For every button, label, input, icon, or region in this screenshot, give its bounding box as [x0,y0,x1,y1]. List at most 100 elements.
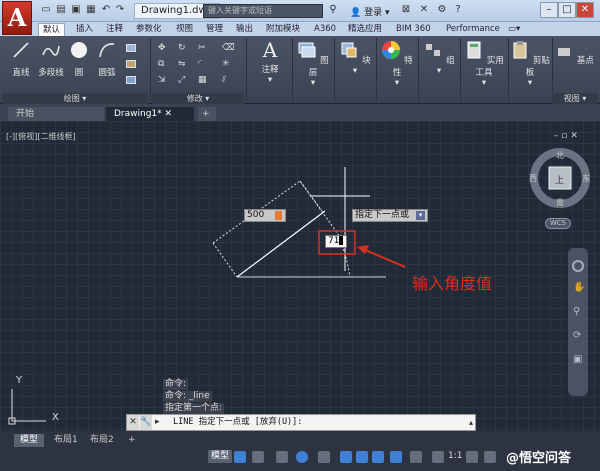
tab-insert[interactable]: 插入 [76,23,93,36]
tab-parametric[interactable]: 参数化 [136,23,162,36]
login-button[interactable]: 👤 登录 ▾ [350,5,390,18]
array-icon[interactable]: ▦ [198,76,208,85]
layout-tab-layout2[interactable]: 布局2 [84,434,120,447]
tab-start[interactable]: 开始 [8,107,104,121]
mirror-icon[interactable]: ⇋ [178,60,188,69]
maximize-button[interactable]: □ [558,2,576,18]
undo-icon[interactable]: ↶ [100,4,112,16]
close-button[interactable]: ✕ [576,2,594,18]
dynamic-input-icon[interactable] [276,451,288,463]
binoculars-icon[interactable]: ⚲ [327,4,339,16]
view-group-label[interactable]: 视图 ▾ [552,93,598,104]
polyline-button[interactable]: 多段线 [36,40,66,78]
workspace-scale[interactable]: 1:1 [448,451,462,461]
annotation-button[interactable]: A 注释 ▾ [252,40,288,85]
isometric-icon[interactable] [318,451,330,463]
length-input-box[interactable]: 500 [244,209,286,222]
base-point-button[interactable]: 基点 [554,40,594,66]
scale-icon[interactable]: ⤢ [178,76,188,85]
orbit-icon[interactable]: ⟳ [573,330,581,341]
save-icon[interactable]: ▣ [70,4,82,16]
tab-featured-apps[interactable]: 精选应用 [348,23,382,36]
command-input[interactable]: LINE 指定下一点或 [放弃(U)]: [173,415,459,430]
customize-icon[interactable]: 🔧 [140,415,152,430]
move-icon[interactable]: ✥ [158,44,168,53]
rectangle-icon[interactable] [126,44,136,52]
line-button[interactable]: 直线 [8,40,34,78]
annotation-visibility-icon[interactable] [410,451,422,463]
layout-tab-layout1[interactable]: 布局1 [48,434,84,447]
new-tab-button[interactable]: + [198,107,216,121]
stretch-icon[interactable]: ⇲ [158,76,168,85]
tab-output[interactable]: 输出 [236,23,253,36]
redo-icon[interactable]: ↷ [114,4,126,16]
circle-button[interactable]: 圆 [66,40,92,78]
close-command-icon[interactable]: ✕ [127,415,139,430]
tab-a360[interactable]: A360 [314,23,336,36]
object-snap-tracking-icon[interactable] [340,451,352,463]
share-icon[interactable]: ⚙ [436,4,448,16]
zoom-icon[interactable]: ⚲ [573,306,580,317]
lineweight-icon[interactable] [372,451,384,463]
draw-group-label[interactable]: 绘图 ▾ [2,93,148,104]
offset-icon[interactable]: ⫽ [222,76,232,85]
next-point-prompt[interactable]: 指定下一点或 ▾ [352,209,428,222]
new-file-icon[interactable]: ▭ [40,4,52,16]
app-logo[interactable]: A [2,1,32,35]
group-button[interactable]: 组 ▾ [422,40,456,76]
polar-tracking-icon[interactable] [296,451,308,463]
utilities-button[interactable]: 实用工具 ▾ [462,40,506,88]
search-input[interactable]: 键入关键字或短语 [203,4,323,18]
open-file-icon[interactable]: ▤ [55,4,67,16]
workspace-icon[interactable] [432,451,444,463]
fillet-icon[interactable]: ◜ [198,60,208,69]
viewcube-north[interactable]: 北 [556,150,564,161]
erase-icon[interactable]: ⌫ [222,44,235,53]
trim-icon[interactable]: ✂ [198,44,208,53]
tab-default[interactable]: 默认 [38,23,66,36]
viewcube-west[interactable]: 西 [529,173,537,184]
exchange-icon[interactable]: ✕ [418,4,430,16]
tab-drawing1[interactable]: Drawing1* ✕ [106,107,194,121]
object-snap-icon[interactable] [356,451,368,463]
region-icon[interactable] [126,76,136,84]
annotation-scale-icon[interactable] [390,451,402,463]
viewcube-south[interactable]: 南 [556,197,564,208]
command-history-toggle[interactable]: ▴ [469,415,473,430]
steering-wheel-icon[interactable] [572,260,584,272]
viewcube-east[interactable]: 东 [582,173,590,184]
arc-button[interactable]: 圆弧 [94,40,120,78]
customization-icon[interactable] [484,451,496,463]
showmotion-icon[interactable]: ▣ [573,354,582,365]
pan-icon[interactable]: ✋ [573,282,585,293]
block-button[interactable]: 块 ▾ [338,40,372,76]
prompt-menu-icon[interactable]: ▾ [416,211,425,220]
add-layout-button[interactable]: + [122,434,142,447]
recent-commands-icon[interactable]: ▸ [155,415,169,430]
help-icon[interactable]: ? [452,4,464,16]
minimize-button[interactable]: – [540,2,558,18]
navigation-bar[interactable]: ✋ ⚲ ⟳ ▣ [568,248,588,396]
angle-input-box[interactable]: 71 [325,235,347,248]
modify-group-label[interactable]: 修改 ▾ [152,93,244,104]
save-as-icon[interactable]: ▦ [85,4,97,16]
close-tab-icon[interactable]: ✕ [165,109,173,119]
copy-icon[interactable]: ⧉ [158,60,168,69]
model-space-button[interactable]: 模型 [208,450,233,463]
ribbon-toggle-icon[interactable]: ▭▾ [508,23,520,36]
layout-tab-model[interactable]: 模型 [14,434,45,447]
cart-icon[interactable]: ⊠ [400,4,412,16]
tab-view[interactable]: 视图 [176,23,193,36]
tab-manage[interactable]: 管理 [206,23,223,36]
explode-icon[interactable]: ✳ [222,60,232,69]
command-line[interactable]: ✕ 🔧 ▸ LINE 指定下一点或 [放弃(U)]: ▴ [126,414,476,431]
tab-annotate[interactable]: 注释 [106,23,123,36]
tab-addins[interactable]: 附加模块 [266,23,300,36]
viewcube-top[interactable]: 上 [555,173,564,186]
settings-icon[interactable] [466,451,478,463]
wcs-button[interactable]: WCS [545,218,571,229]
layers-button[interactable]: 图层 ▾ [296,40,330,88]
grid-icon[interactable] [234,451,246,463]
snap-icon[interactable] [252,451,264,463]
hatch-icon[interactable] [126,60,136,68]
